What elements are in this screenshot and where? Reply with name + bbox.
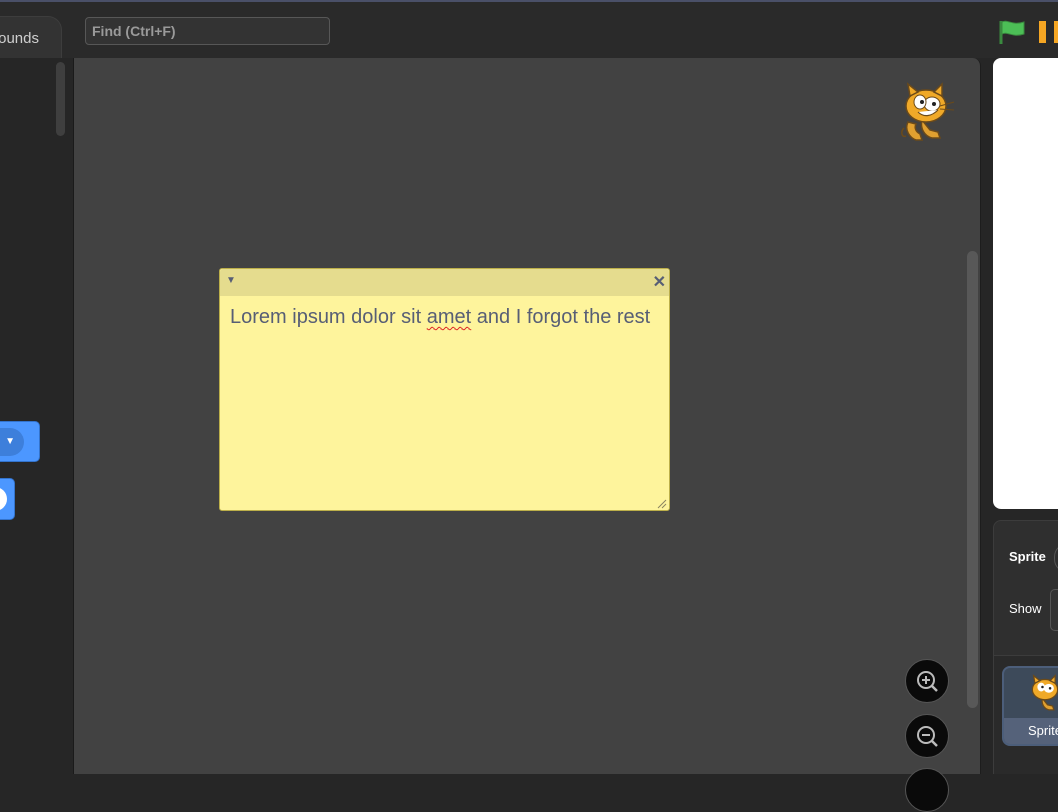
comment-header[interactable]: ▼ ✕ [220,269,669,296]
value-block[interactable] [0,478,15,520]
sprite-info-panel: Sprite Show [993,520,1058,656]
zoom-in-button[interactable] [905,659,949,703]
green-flag-icon[interactable] [998,19,1026,45]
chevron-down-icon: ▼ [5,436,15,447]
pause-icon-bar [1054,21,1058,43]
zoom-in-icon [917,671,938,692]
sound-block[interactable]: n ▼ [0,421,40,462]
palette-scrollbar[interactable] [56,62,65,136]
sprite-label: Sprite [1009,549,1046,564]
stage[interactable] [993,58,1058,509]
value-input-circle[interactable] [0,487,7,511]
misspelled-word: amet [426,306,472,328]
comment-textarea[interactable]: Lorem ipsum dolor sit amet and I forgot … [230,306,663,329]
zoom-out-button[interactable] [905,714,949,758]
comment-text-part: Lorem ipsum dolor sit [230,306,427,328]
comment-text-part: and I forgot the rest [471,306,651,328]
workspace-scrollbar[interactable] [967,251,978,708]
sprite-name-field[interactable] [1054,543,1058,573]
show-toggle[interactable] [1050,589,1058,631]
comment-note[interactable]: ▼ ✕ Lorem ipsum dolor sit amet and I for… [219,268,670,511]
find-input[interactable] [85,17,330,45]
resize-handle-icon[interactable] [657,499,667,509]
zoom-out-icon [917,726,938,747]
sprite-tile[interactable]: Sprite1 [1002,666,1058,746]
sprite-tile-label: Sprite1 [1004,718,1058,744]
block-palette [0,58,73,774]
cat-icon [1031,674,1058,711]
zoom-reset-button[interactable] [905,768,949,812]
close-icon[interactable]: ✕ [653,272,666,292]
pause-icon[interactable] [1039,21,1046,43]
show-label: Show [1009,601,1042,616]
tab-sounds[interactable]: ounds [0,16,62,58]
cat-icon [901,82,955,141]
chevron-down-icon[interactable]: ▼ [226,275,236,286]
top-toolbar: ounds [0,2,1058,58]
sound-dropdown[interactable]: n ▼ [0,428,24,456]
